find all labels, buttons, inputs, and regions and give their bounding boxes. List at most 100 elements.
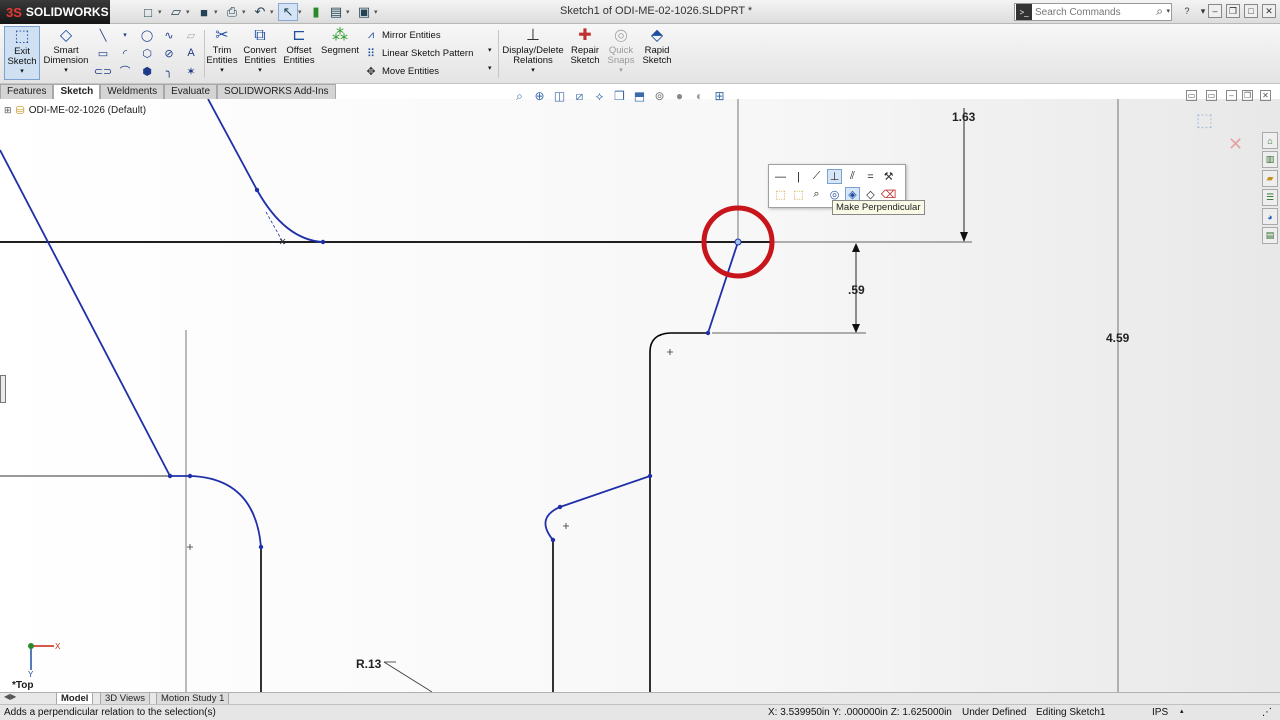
viewport-tile-icon[interactable]: ▭ <box>1206 90 1217 101</box>
viewport-split-icon[interactable]: ▭ <box>1186 90 1197 101</box>
cancel-sketch-corner-icon[interactable]: ✕ <box>1228 134 1243 155</box>
file-properties-dropdown-icon[interactable]: ▾ <box>346 8 354 16</box>
spline-icon[interactable]: ∿ <box>158 26 180 44</box>
slot-icon[interactable]: ⊂⊃ <box>92 62 114 80</box>
zoom-to-selection-icon[interactable]: ⌕ <box>809 187 824 202</box>
segment-button[interactable]: ⁂ Segment <box>321 26 359 80</box>
save-dropdown-icon[interactable]: ▾ <box>214 8 222 16</box>
mirror-entities-button[interactable]: ⩘ Mirror Entities <box>364 26 441 44</box>
tab-features[interactable]: Features <box>0 84 54 99</box>
save-icon[interactable]: ■ <box>194 3 214 21</box>
tab-weldments[interactable]: Weldments <box>100 84 165 99</box>
hexagon-icon[interactable]: ⬢ <box>136 62 158 80</box>
maximize-icon[interactable]: □ <box>1244 4 1258 18</box>
file-explorer-icon[interactable]: ☰ <box>1262 189 1278 206</box>
rebuild-icon[interactable]: ▮ <box>306 3 326 21</box>
search-icon[interactable]: ⌕ <box>1156 4 1163 19</box>
solidworks-logo[interactable]: 3S SOLIDWORKS <box>0 0 110 24</box>
dimension-4-59[interactable]: 4.59 <box>1106 331 1129 345</box>
dimension-1-63[interactable]: 1.63 <box>952 110 975 124</box>
expand-icon[interactable]: ⊞ <box>4 105 12 116</box>
rectangle-icon[interactable]: ▭ <box>92 44 114 62</box>
graphics-area[interactable] <box>0 99 1280 692</box>
dimension-0-59[interactable]: .59 <box>848 283 865 297</box>
feature-manager-collapse-tab[interactable] <box>0 375 6 403</box>
custom-properties-icon[interactable]: ▤ <box>1262 227 1278 244</box>
units-dropdown-icon[interactable]: ▴ <box>1180 707 1184 715</box>
search-dropdown-icon[interactable]: ▾ <box>1166 7 1170 15</box>
hide-show-items-icon[interactable]: ⊚ <box>652 89 667 103</box>
previous-view-icon[interactable]: ◫ <box>552 89 567 103</box>
convert-entities-button[interactable]: ⧉ Convert Entities ▾ <box>242 26 278 80</box>
home-icon[interactable]: ⌂ <box>1262 132 1278 149</box>
undo-icon[interactable]: ↶ <box>250 3 270 21</box>
select-dropdown-icon[interactable]: ▾ <box>298 8 306 16</box>
exit-sketch-corner-icon[interactable]: ⬚ <box>1196 110 1213 131</box>
viewport-close-icon[interactable]: ✕ <box>1260 90 1271 101</box>
zoom-to-fit-icon[interactable]: ⌕ <box>512 89 527 104</box>
print-dropdown-icon[interactable]: ▾ <box>242 8 250 16</box>
text-icon[interactable]: A <box>180 44 202 62</box>
resources-icon[interactable]: ▥ <box>1262 151 1278 168</box>
arc-icon[interactable]: ◜ <box>114 44 136 62</box>
sketch-drawing[interactable] <box>0 99 1280 692</box>
trim-dropdown-icon[interactable]: ▾ <box>220 66 224 76</box>
exit-sketch-button[interactable]: ⬚ Exit Sketch ▾ <box>4 26 40 80</box>
minimize-icon[interactable]: – <box>1208 4 1222 18</box>
display-style-icon[interactable]: ⬒ <box>632 89 647 103</box>
print-icon[interactable]: ⎙ <box>222 3 242 21</box>
open-dropdown-icon[interactable]: ▾ <box>186 8 194 16</box>
sketch-fillet-icon[interactable]: ╮ <box>158 62 180 80</box>
tab-addins[interactable]: SOLIDWORKS Add-Ins <box>217 84 336 99</box>
smart-dimension-button[interactable]: ◇ Smart Dimension ▾ <box>42 26 90 80</box>
folder-icon[interactable]: ▰ <box>1262 170 1278 187</box>
edit-appearance-icon[interactable]: ● <box>672 89 687 103</box>
status-units[interactable]: IPS <box>1152 707 1168 718</box>
circle-icon[interactable]: ◯ <box>136 26 158 44</box>
make-collinear-icon[interactable]: ⟋ <box>809 169 824 184</box>
make-perpendicular-icon[interactable]: ⊥ <box>827 169 842 184</box>
undo-dropdown-icon[interactable]: ▾ <box>270 8 278 16</box>
viewport-minimize-icon[interactable]: – <box>1226 90 1237 101</box>
view-orientation-icon[interactable]: ❒ <box>612 89 627 103</box>
dynamic-annotation-icon[interactable]: ⟡ <box>592 89 607 104</box>
repair-sketch-button[interactable]: ✚ Repair Sketch <box>568 26 602 80</box>
tab-scroll-left-icon[interactable]: ◀▶ <box>4 692 16 701</box>
file-properties-icon[interactable]: ▤ <box>326 3 346 21</box>
line-icon[interactable]: ╲ <box>92 26 114 44</box>
display-delete-relations-button[interactable]: ⊥ Display/Delete Relations ▾ <box>502 26 564 80</box>
tab-evaluate[interactable]: Evaluate <box>164 84 218 99</box>
select-icon[interactable]: ↖ <box>278 3 298 21</box>
fillet-icon[interactable]: ⌒ <box>114 62 136 80</box>
appearances-icon[interactable]: ◕ <box>1262 208 1278 225</box>
options-icon[interactable]: ▣ <box>354 3 374 21</box>
exit-sketch-dropdown-icon[interactable]: ▾ <box>20 67 24 77</box>
section-view-icon[interactable]: ⧄ <box>572 89 587 104</box>
make-parallel-icon[interactable]: ⫽ <box>845 169 860 184</box>
dimension-radius[interactable]: R.13 <box>356 657 381 671</box>
relations-dropdown-icon[interactable]: ▾ <box>531 66 535 76</box>
smart-dimension-dropdown-icon[interactable]: ▾ <box>64 66 68 76</box>
make-vertical-icon[interactable]: | <box>791 169 806 184</box>
search-commands[interactable]: >_ Search Commands ⌕ ▾ <box>1014 3 1172 21</box>
rapid-sketch-button[interactable]: ⬘ Rapid Sketch <box>640 26 674 80</box>
properties-icon[interactable]: ⬚ <box>791 187 806 202</box>
move-entities-button[interactable]: ✥ Move Entities <box>364 62 439 80</box>
viewport-restore-icon[interactable]: ❐ <box>1242 90 1253 101</box>
new-dropdown-icon[interactable]: ▾ <box>158 8 166 16</box>
offset-entities-button[interactable]: ⊏ Offset Entities <box>281 26 317 80</box>
make-horizontal-icon[interactable]: — <box>773 169 788 184</box>
pattern-dropdown-icon[interactable]: ▾ <box>488 46 492 54</box>
zoom-to-area-icon[interactable]: ⊕ <box>532 89 547 103</box>
apply-scene-icon[interactable]: ◐ <box>692 89 707 103</box>
options-dropdown-icon[interactable]: ▾ <box>374 8 382 16</box>
quick-snaps-dropdown-icon[interactable]: ▾ <box>619 66 623 76</box>
polygon-icon[interactable]: ⬡ <box>136 44 158 62</box>
convert-dropdown-icon[interactable]: ▾ <box>258 66 262 76</box>
search-input[interactable]: Search Commands <box>1035 7 1121 18</box>
fix-icon[interactable]: ⚒ <box>881 169 896 184</box>
help-icon[interactable]: ? <box>1180 4 1194 18</box>
tab-sketch[interactable]: Sketch <box>53 84 101 99</box>
trim-entities-button[interactable]: ✂ Trim Entities ▾ <box>206 26 238 80</box>
make-equal-icon[interactable]: = <box>863 169 878 184</box>
